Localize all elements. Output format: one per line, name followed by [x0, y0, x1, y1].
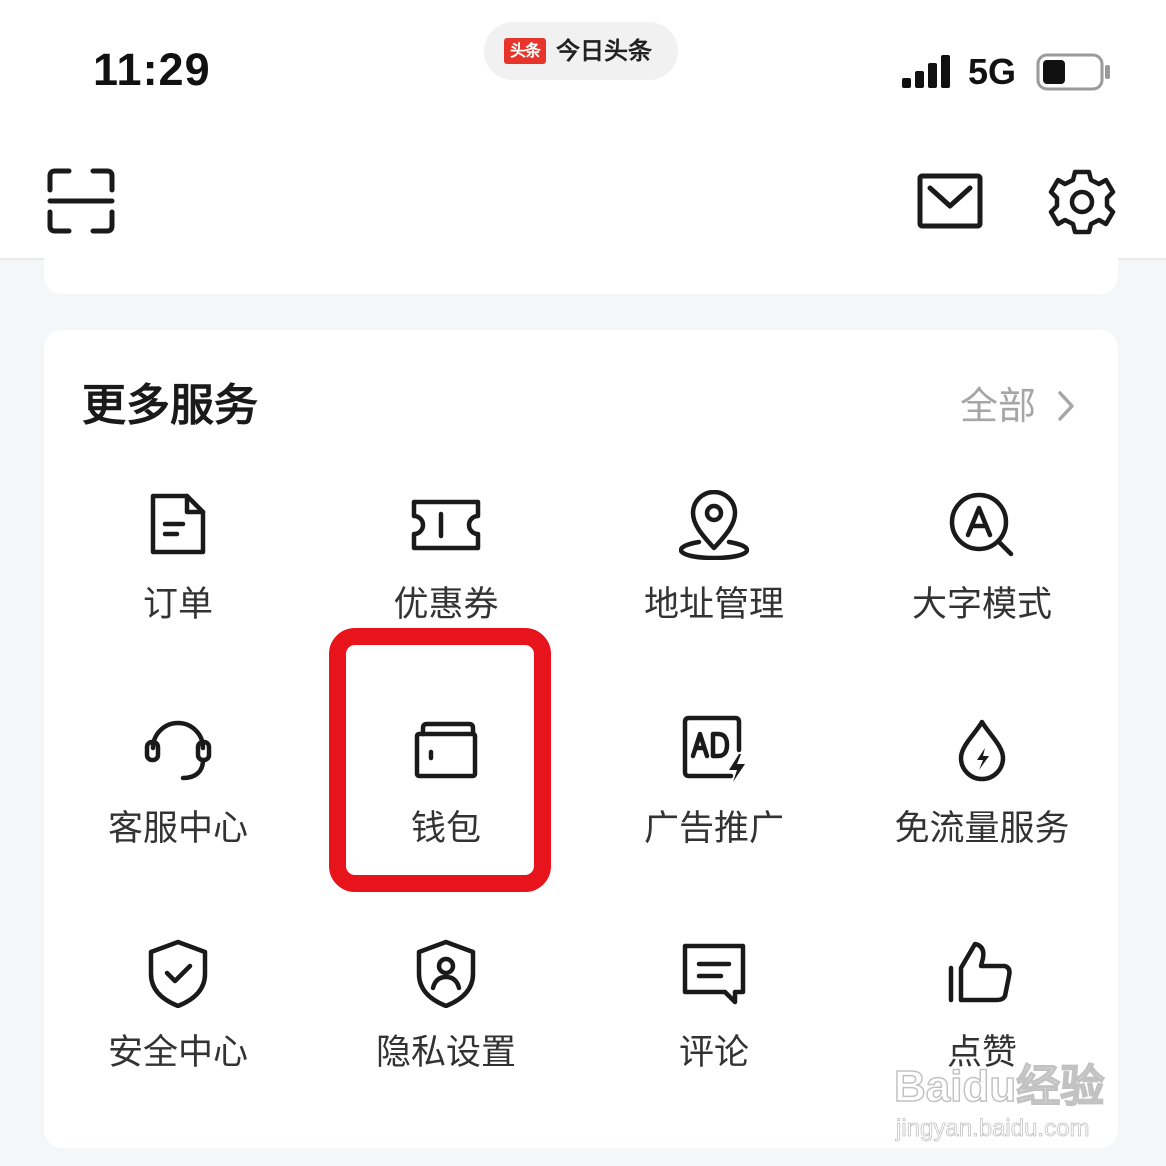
service-label: 大字模式 — [911, 585, 1052, 625]
service-label: 评论 — [678, 1033, 749, 1073]
service-privacy-settings[interactable]: 隐私设置 — [312, 938, 580, 1108]
scan-icon[interactable] — [44, 166, 118, 236]
ad-icon — [682, 715, 745, 782]
service-free-data[interactable]: 免流量服务 — [848, 714, 1116, 884]
service-label: 地址管理 — [643, 585, 784, 625]
shield-user-icon — [416, 939, 476, 1008]
service-label: 客服中心 — [107, 809, 248, 849]
battery-icon — [1036, 53, 1110, 91]
chevron-right-icon — [1058, 391, 1074, 421]
coupon-icon — [411, 499, 481, 551]
wallet-icon — [414, 721, 478, 779]
thumbs-up-icon — [948, 941, 1012, 1003]
gear-icon[interactable] — [1046, 166, 1118, 238]
more-services-card: 更多服务 全部 订单 优惠券 地址管理 大字模式 客服中心 钱包 广告推广 免流… — [44, 330, 1118, 1148]
order-icon — [150, 493, 206, 555]
service-label: 安全中心 — [107, 1033, 248, 1073]
app-name: 今日头条 — [556, 37, 652, 65]
service-label: 广告推广 — [643, 809, 784, 849]
service-address[interactable]: 地址管理 — [580, 490, 848, 660]
view-all-link[interactable]: 全部 — [960, 378, 1078, 434]
app-logo: 头条 — [504, 38, 546, 64]
view-all-label: 全部 — [960, 384, 1037, 428]
section-title: 更多服务 — [82, 380, 258, 431]
service-customer-center[interactable]: 客服中心 — [44, 714, 312, 884]
service-security-center[interactable]: 安全中心 — [44, 938, 312, 1108]
watermark: Baidu经验 jingyan.baidu.com — [893, 1060, 1105, 1150]
service-label: 订单 — [142, 585, 213, 625]
data-drop-icon — [958, 719, 1006, 782]
service-order[interactable]: 订单 — [44, 490, 312, 660]
service-ad-promotion[interactable]: 广告推广 — [580, 714, 848, 884]
service-label: 钱包 — [410, 809, 481, 849]
app-indicator[interactable]: 头条 今日头条 — [484, 22, 678, 80]
service-large-font[interactable]: 大字模式 — [848, 490, 1116, 660]
shield-check-icon — [148, 939, 208, 1008]
network-type: 5G — [968, 51, 1017, 92]
mail-icon[interactable] — [916, 170, 984, 232]
service-label: 优惠券 — [393, 585, 499, 625]
service-coupon[interactable]: 优惠券 — [312, 490, 580, 660]
watermark-logo: Baidu经验 — [893, 1061, 1105, 1112]
signal-icon — [902, 55, 950, 88]
service-wallet[interactable]: 钱包 — [312, 714, 580, 884]
comment-icon — [682, 943, 746, 1005]
service-label: 免流量服务 — [894, 809, 1070, 849]
watermark-url: jingyan.baidu.com — [896, 1115, 1090, 1143]
service-comments[interactable]: 评论 — [580, 938, 848, 1108]
headset-icon — [144, 720, 212, 781]
large-font-icon — [949, 492, 1014, 557]
previous-card — [44, 258, 1118, 294]
service-label: 隐私设置 — [375, 1033, 516, 1073]
location-icon — [679, 490, 749, 560]
status-time: 11:29 — [93, 44, 211, 95]
